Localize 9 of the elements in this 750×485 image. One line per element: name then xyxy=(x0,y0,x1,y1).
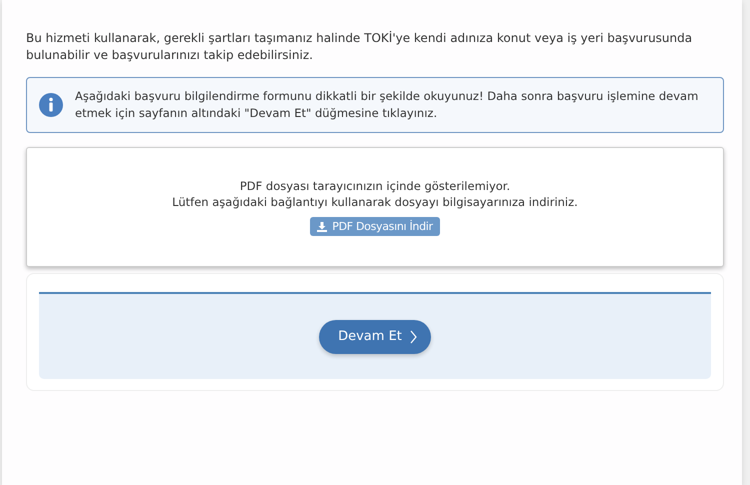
intro-text: Bu hizmeti kullanarak, gerekli şartları taşımanız halinde TOKİ'ye kendi adınıza konut veya iş yeri başvurusunda bulunabilir ve başvurularınızı takip edebilirsiniz. xyxy=(26,30,694,64)
message-text: Lütfen aşağıdaki bağlantıyı kullanarak dosyayı bilgisayarınıza indiriniz. xyxy=(172,194,578,210)
continue-button[interactable]: Devam Et xyxy=(319,320,431,354)
info-icon xyxy=(39,93,63,117)
chevron-right-icon xyxy=(410,330,417,344)
alert-text: Aşağıdaki başvuru bilgilendirme formunu dikkatli bir şekilde okuyunuz! Daha sonra başvuru işlemine devam etmek için sayfanın altındaki "Devam Et" düğmesine tıklayınız. xyxy=(75,88,700,122)
message-text: PDF dosyası tarayıcınızın içinde gösterilemiyor. xyxy=(238,178,512,194)
download-icon xyxy=(317,222,328,232)
download-button[interactable]: PDF Dosyasını İndir xyxy=(310,217,440,236)
